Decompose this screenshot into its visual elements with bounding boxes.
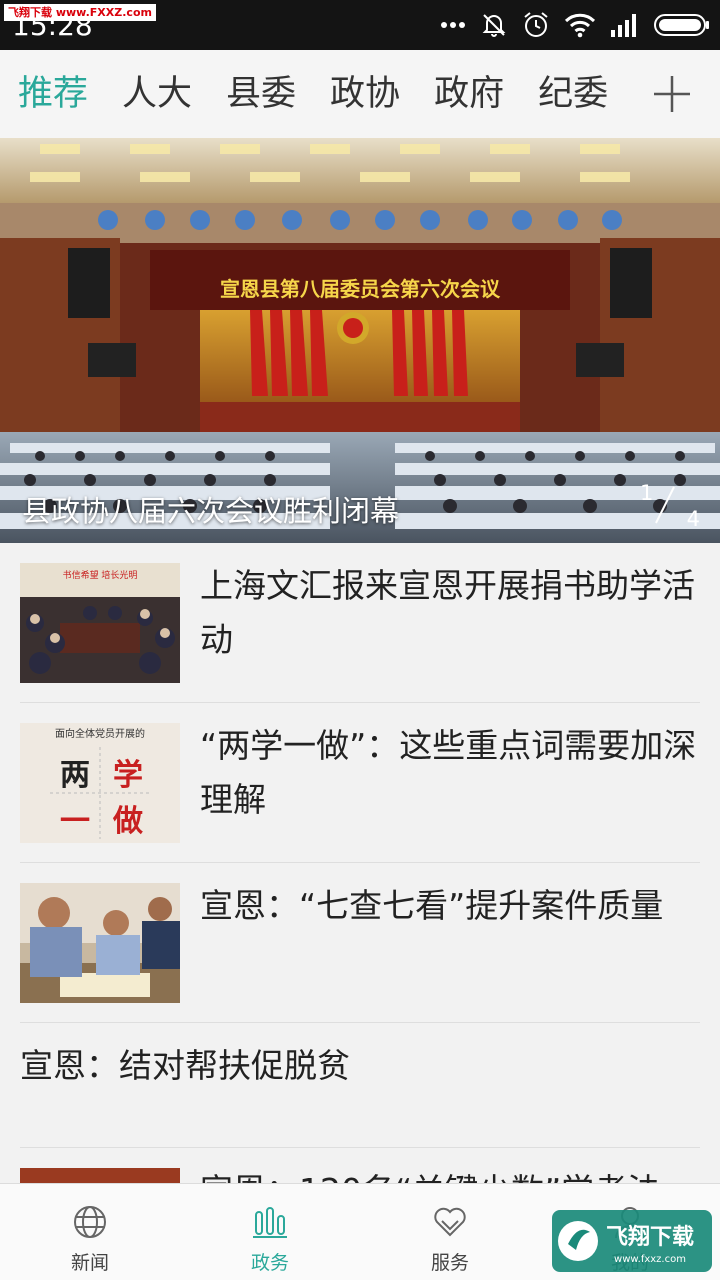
more-dots-icon bbox=[441, 22, 465, 28]
nav-label-government-affairs: 政务 bbox=[250, 1252, 289, 1274]
tab-government[interactable]: 政府 bbox=[434, 50, 504, 138]
logo-url: www.fxxz.com bbox=[614, 1254, 686, 1265]
stage-banner-text: 宣恩县第八届委员会第六次会议 bbox=[220, 277, 501, 301]
news-title[interactable]: 宣恩：“七查七看”提升案件质量 bbox=[200, 879, 700, 933]
news-list: 书信希望 培长光明 上海文汇报来宣恩开展捐书助学活动 面向全体党员开展的 两 学… bbox=[0, 543, 720, 1210]
thumb-caption-text: 面向全体党员开展的 bbox=[55, 727, 145, 740]
status-icons bbox=[440, 10, 710, 40]
wifi-icon bbox=[564, 13, 596, 38]
tab-cppcc[interactable]: 政协 bbox=[330, 50, 400, 138]
site-logo: 飞翔下载 www.fxxz.com bbox=[552, 1210, 712, 1272]
channel-tabs: 推荐 人大 县委 政协 政府 纪委 bbox=[0, 50, 720, 138]
news-thumbnail: 书信希望 培长光明 bbox=[20, 563, 180, 683]
banner-image: 宣恩县第八届委员会第六次会议 bbox=[0, 138, 720, 543]
banner-pager: 1 4 bbox=[640, 481, 700, 531]
news-title[interactable]: 宣恩：结对帮扶促脱贫 bbox=[20, 1039, 700, 1093]
news-title[interactable]: 上海文汇报来宣恩开展捐书助学活动 bbox=[200, 559, 700, 667]
banner-total-count: 4 bbox=[686, 507, 700, 531]
thumb-char-4: 做 bbox=[112, 804, 143, 839]
thumb-char-2: 学 bbox=[113, 758, 143, 793]
tab-npc[interactable]: 人大 bbox=[122, 50, 192, 138]
nav-item-government-affairs[interactable]: 政务 bbox=[180, 1184, 360, 1280]
watermark: 飞翔下载 www.FXXZ.com bbox=[4, 4, 156, 21]
nav-label-services: 服务 bbox=[430, 1252, 469, 1274]
thumb-char-1: 两 bbox=[60, 758, 90, 793]
signal-icon bbox=[611, 14, 636, 37]
pager-slash bbox=[655, 486, 675, 524]
globe-icon bbox=[74, 1206, 106, 1238]
tab-recommend[interactable]: 推荐 bbox=[18, 50, 88, 138]
headline-banner[interactable]: 宣恩县第八届委员会第六次会议 县政协八届六次会议胜利闭幕 1 4 bbox=[0, 138, 720, 543]
list-item[interactable]: 宣恩：“七查七看”提升案件质量 bbox=[20, 863, 700, 1023]
tab-discipline[interactable]: 纪委 bbox=[538, 50, 608, 138]
battery-icon bbox=[654, 14, 709, 36]
banner-current-index: 1 bbox=[640, 481, 654, 505]
list-item[interactable]: 宣恩：结对帮扶促脱贫 bbox=[20, 1023, 700, 1148]
tab-county-committee[interactable]: 县委 bbox=[226, 50, 296, 138]
list-item[interactable]: 书信希望 培长光明 上海文汇报来宣恩开展捐书助学活动 bbox=[20, 543, 700, 703]
list-item[interactable]: 面向全体党员开展的 两 学 一 做 “两学一做”：这些重点词需要加深理解 bbox=[20, 703, 700, 863]
silent-icon bbox=[482, 14, 506, 37]
bottom-nav: 新闻 政务 服务 我的 飞翔下载 www.fxxz.com bbox=[0, 1183, 720, 1280]
alarm-icon bbox=[524, 12, 548, 37]
news-thumbnail: 面向全体党员开展的 两 学 一 做 bbox=[20, 723, 180, 843]
heart-icon bbox=[434, 1207, 466, 1237]
logo-text: 飞翔下载 bbox=[606, 1224, 694, 1250]
nav-label-news: 新闻 bbox=[70, 1252, 109, 1274]
banner-caption[interactable]: 县政协八届六次会议胜利闭幕 bbox=[22, 493, 399, 529]
nav-item-news[interactable]: 新闻 bbox=[0, 1184, 180, 1280]
thumb-char-3: 一 bbox=[60, 804, 90, 839]
status-bar: 15:28 飞翔下载 www.FXXZ.com bbox=[0, 0, 720, 50]
news-thumbnail bbox=[20, 883, 180, 1003]
add-channel-icon[interactable] bbox=[650, 72, 694, 116]
news-title[interactable]: “两学一做”：这些重点词需要加深理解 bbox=[200, 719, 700, 827]
nav-item-services[interactable]: 服务 bbox=[360, 1184, 540, 1280]
thumb-banner-text: 书信希望 培长光明 bbox=[63, 569, 138, 581]
columns-icon bbox=[253, 1207, 287, 1238]
